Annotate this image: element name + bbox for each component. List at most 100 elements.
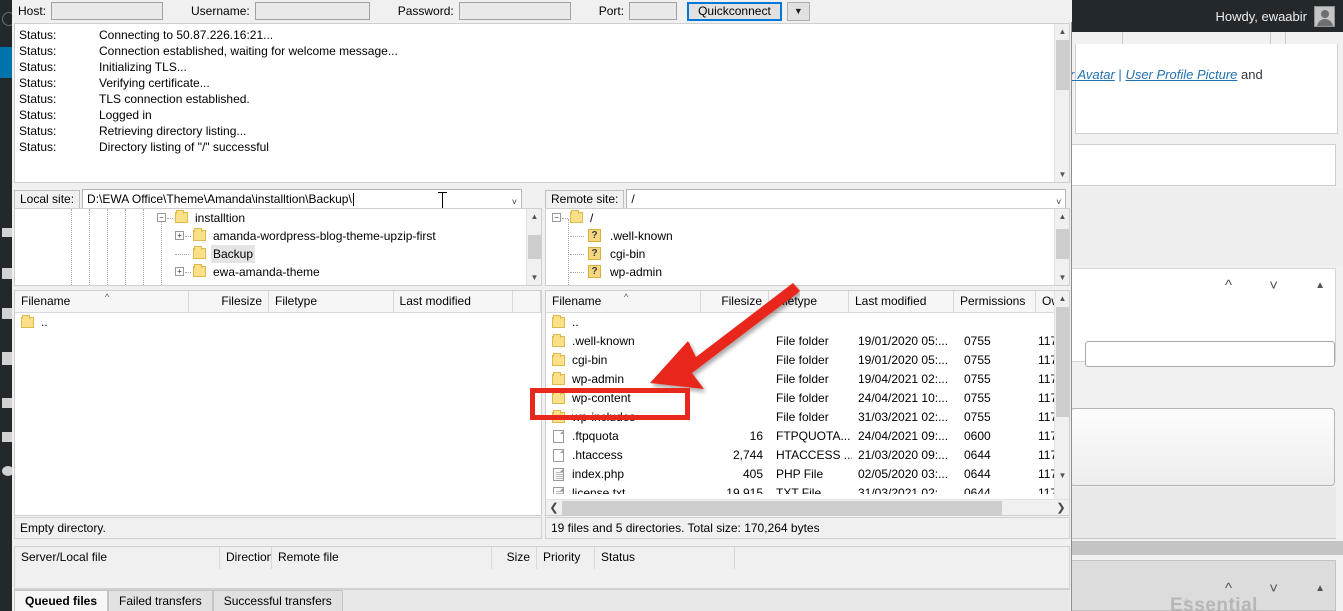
chevron-down-icon[interactable]: ˅ [1056, 193, 1061, 208]
tab-failed-transfers[interactable]: Failed transfers [108, 590, 213, 611]
scroll-down-icon[interactable]: ▼ [527, 270, 541, 285]
cell-filename: cgi-bin [572, 353, 608, 367]
remote-path-value: / [631, 192, 635, 206]
folder-icon [552, 334, 565, 347]
table-row[interactable]: cgi-bin File folder 19/01/2020 05:... 07… [546, 351, 1069, 370]
local-file-list[interactable]: Filename ^ Filesize Filetype Last modifi… [14, 290, 542, 516]
remote-list-hscrollbar[interactable]: ❮ ❯ [546, 499, 1069, 515]
local-tree-scrollbar[interactable]: ▲ ▼ [526, 209, 541, 285]
expand-icon[interactable]: + [175, 231, 184, 240]
tree-item-installtion[interactable]: − installtion [15, 209, 541, 227]
table-row[interactable]: .ftpquota 16 FTPQUOTA... 24/04/2021 09:.… [546, 427, 1069, 446]
link-avatar[interactable]: r Avatar [1070, 67, 1115, 82]
scroll-right-icon[interactable]: ❯ [1053, 500, 1069, 516]
scroll-up-icon[interactable]: ▲ [1055, 24, 1070, 39]
expand-icon[interactable]: + [175, 267, 184, 276]
column-header-last-modified[interactable]: Last modified [394, 291, 514, 313]
chevron-up-icon-footer[interactable]: ^ [1225, 580, 1232, 597]
scroll-down-icon[interactable]: ▼ [1055, 468, 1069, 483]
tree-item-ewa-amanda-theme[interactable]: + ewa-amanda-theme [15, 263, 541, 281]
remote-directory-tree[interactable]: − / ? .well-known ? cgi-bin ? wp-admin ▲… [545, 208, 1070, 286]
tree-item-well-known[interactable]: ? .well-known [546, 227, 1069, 245]
folder-icon [175, 210, 188, 223]
folder-icon [193, 264, 206, 277]
triangle-up-icon-footer[interactable]: ▲ [1315, 583, 1325, 594]
table-row[interactable]: license.txt 19,915 TXT File 31/03/2021 0… [546, 484, 1069, 494]
file-icon [553, 468, 564, 481]
chevron-down-icon[interactable]: ▼ [786, 1, 810, 21]
cell-last-modified: 19/01/2020 05:... [858, 353, 949, 367]
chevron-down-icon[interactable]: ˅ [1269, 277, 1278, 294]
column-header-direction[interactable]: Direction [220, 547, 272, 569]
scroll-down-icon[interactable]: ▼ [1055, 270, 1069, 285]
log-message: Directory listing of "/" successful [99, 140, 269, 154]
local-path-input[interactable]: D:\EWA Office\Theme\Amanda\installtion\B… [82, 189, 523, 209]
scrollbar-thumb[interactable] [528, 235, 541, 259]
column-header-priority[interactable]: Priority [537, 547, 595, 569]
table-row[interactable]: wp-admin File folder 19/04/2021 02:... 0… [546, 370, 1069, 389]
table-row[interactable]: .well-known File folder 19/01/2020 05:..… [546, 332, 1069, 351]
column-header-permissions[interactable]: Permissions [954, 291, 1036, 313]
column-header-remote-file[interactable]: Remote file [272, 547, 492, 569]
local-directory-tree[interactable]: − installtion + amanda-wordpress-blog-th… [14, 208, 542, 286]
column-header-filetype[interactable]: Filetype [269, 291, 394, 313]
quickconnect-button[interactable]: Quickconnect [687, 1, 782, 21]
scroll-down-icon[interactable]: ▼ [1055, 167, 1070, 182]
log-key: Status: [19, 92, 57, 106]
link-separator: | [1118, 67, 1122, 82]
column-header-size[interactable]: Size [492, 547, 537, 569]
status-log-scrollbar[interactable]: ▲ ▼ [1054, 24, 1069, 182]
remote-tree-scrollbar[interactable]: ▲ ▼ [1054, 209, 1069, 285]
tree-item-cgi-bin[interactable]: ? cgi-bin [546, 245, 1069, 263]
table-row[interactable]: .. [546, 313, 1069, 332]
user-avatar-icon[interactable] [1314, 5, 1335, 27]
status-log-panel: Status: Connecting to 50.87.226.16:21...… [14, 23, 1070, 183]
table-row[interactable]: .htaccess 2,744 HTACCESS ... 21/03/2020 … [546, 446, 1069, 465]
collapse-icon[interactable]: − [552, 213, 561, 222]
triangle-up-icon[interactable]: ▲ [1315, 280, 1325, 291]
tab-queued-files[interactable]: Queued files [14, 590, 109, 611]
scrollbar-thumb[interactable] [1056, 40, 1069, 90]
status-log-list: Status: Connecting to 50.87.226.16:21...… [15, 24, 1069, 155]
chevron-up-icon[interactable]: ^ [1225, 277, 1232, 294]
log-key: Status: [19, 60, 57, 74]
column-header-server-local-file[interactable]: Server/Local file [15, 547, 220, 569]
chevron-down-icon[interactable]: ˅ [512, 193, 517, 208]
port-input[interactable] [629, 2, 678, 20]
tree-item-wp-admin[interactable]: ? wp-admin [546, 263, 1069, 281]
tree-item-root[interactable]: − / [546, 209, 1069, 227]
link-user-profile-picture[interactable]: User Profile Picture [1125, 67, 1237, 82]
table-row[interactable]: .. [15, 313, 541, 332]
column-header-last-modified[interactable]: Last modified [849, 291, 954, 313]
column-header-filesize[interactable]: Filesize [189, 291, 269, 313]
scrollbar-thumb[interactable] [562, 500, 1002, 515]
scrollbar-thumb[interactable] [1056, 229, 1069, 259]
password-input[interactable] [458, 2, 571, 20]
column-header-filename[interactable]: Filename ^ [15, 291, 190, 313]
log-entry: Status: Logged in [19, 107, 1069, 123]
tree-item-amanda-theme-upzip[interactable]: + amanda-wordpress-blog-theme-upzip-firs… [15, 227, 541, 245]
scroll-up-icon[interactable]: ▲ [1055, 291, 1069, 306]
table-row[interactable]: index.php 405 PHP File 02/05/2020 03:...… [546, 465, 1069, 484]
remote-list-vscrollbar[interactable]: ▲ ▼ [1054, 291, 1069, 499]
remote-path-input[interactable]: / ˅ [626, 189, 1067, 209]
scroll-left-icon[interactable]: ❮ [546, 500, 562, 516]
scroll-up-icon[interactable]: ▲ [527, 209, 541, 224]
column-header-owner[interactable]: Ow [1036, 291, 1056, 313]
cell-permissions: 0644 [964, 448, 991, 462]
wp-text-input[interactable] [1085, 341, 1335, 367]
scrollbar-thumb[interactable] [1056, 307, 1069, 417]
tree-item-backup[interactable]: Backup [15, 245, 541, 263]
chevron-down-icon-footer[interactable]: ˅ [1269, 580, 1278, 597]
column-header-status[interactable]: Status [595, 547, 735, 569]
host-input[interactable] [51, 2, 164, 20]
transfer-queue-panel[interactable]: Server/Local file Direction Remote file … [14, 546, 1070, 589]
log-entry: Status: Verifying certificate... [19, 75, 1069, 91]
folder-icon [552, 353, 565, 366]
tab-successful-transfers[interactable]: Successful transfers [212, 590, 343, 611]
collapse-icon[interactable]: − [157, 213, 166, 222]
scroll-up-icon[interactable]: ▲ [1055, 209, 1069, 224]
username-input[interactable] [254, 2, 370, 20]
cell-filename: .well-known [572, 334, 635, 348]
column-header-spare[interactable] [513, 291, 541, 313]
